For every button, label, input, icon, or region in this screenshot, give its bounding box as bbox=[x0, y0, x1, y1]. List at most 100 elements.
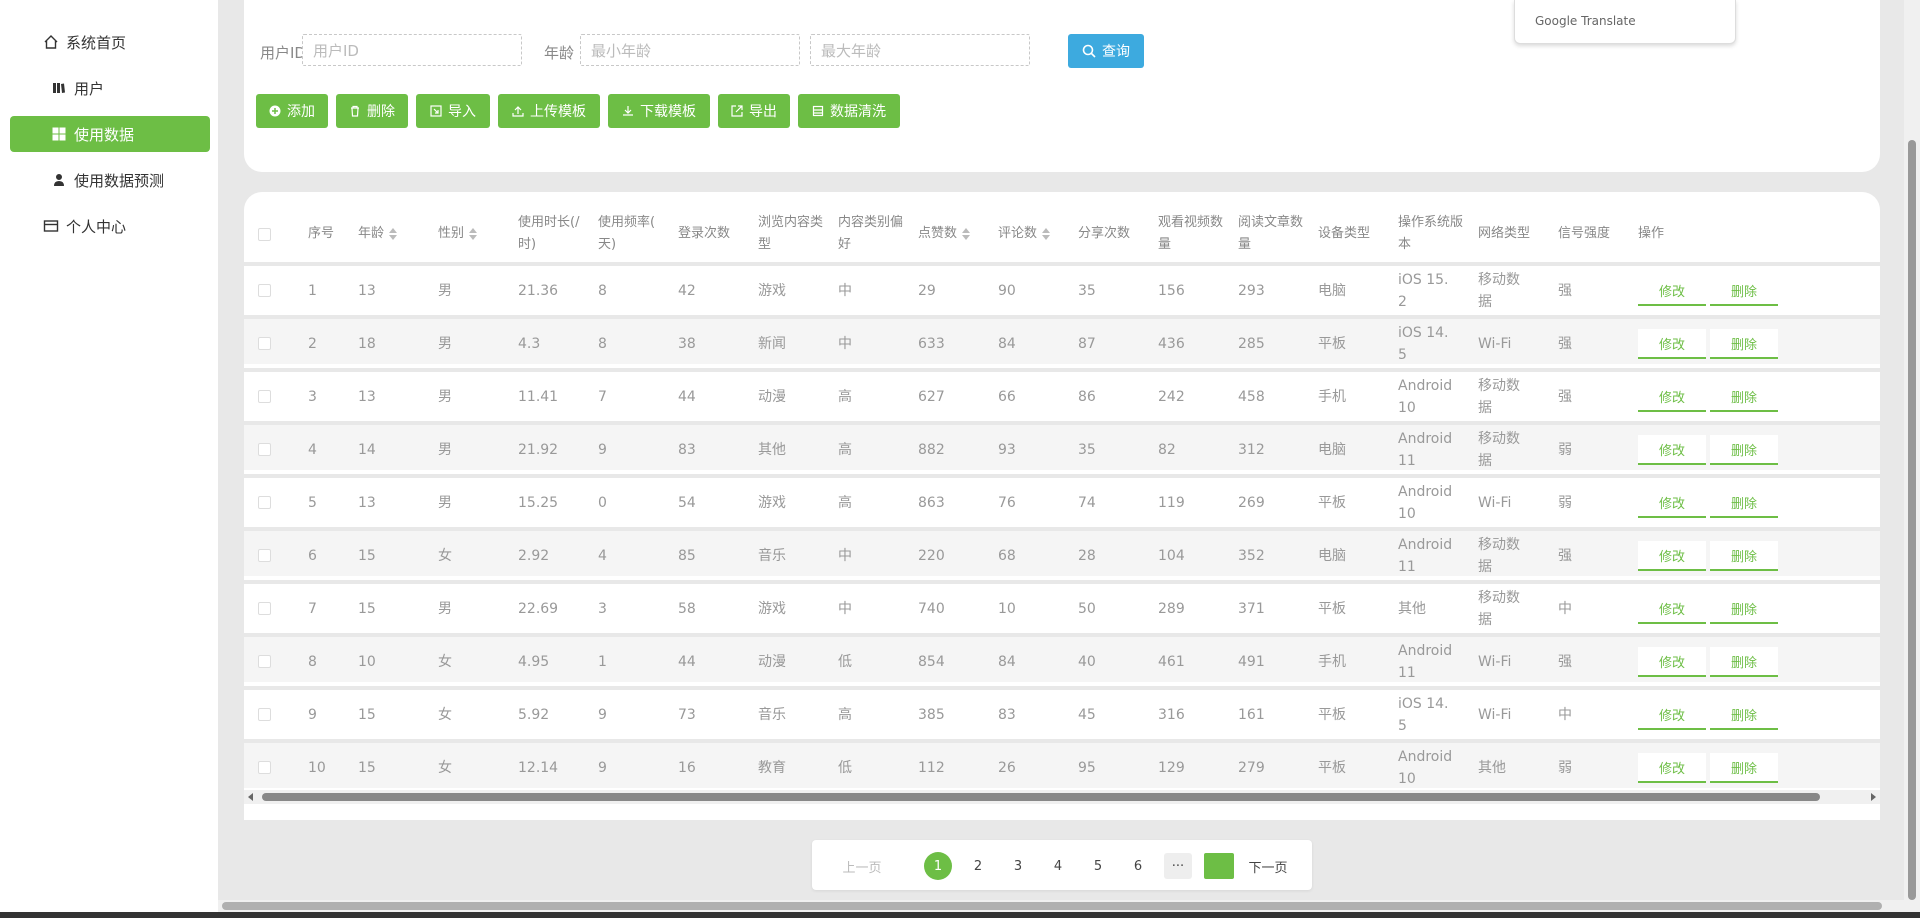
sort-icon[interactable] bbox=[389, 228, 398, 240]
select-all-checkbox[interactable] bbox=[258, 206, 271, 262]
table-cell: 7 bbox=[598, 388, 607, 405]
page-button-6[interactable]: 6 bbox=[1124, 853, 1152, 879]
row-checkbox[interactable] bbox=[258, 319, 271, 368]
page-scrollbar-thumb[interactable] bbox=[222, 902, 1882, 910]
edit-button[interactable]: 修改 bbox=[1638, 488, 1706, 518]
table-cell: 4.3 bbox=[518, 335, 541, 352]
row-checkbox[interactable] bbox=[258, 690, 271, 739]
horizontal-scrollbar[interactable] bbox=[244, 790, 1880, 804]
edit-button[interactable]: 修改 bbox=[1638, 647, 1706, 677]
row-checkbox[interactable] bbox=[258, 425, 271, 474]
table-cell: Wi-Fi bbox=[1478, 706, 1512, 723]
row-checkbox[interactable] bbox=[258, 531, 271, 580]
row-checkbox[interactable] bbox=[258, 743, 271, 792]
row-delete-button[interactable]: 删除 bbox=[1710, 276, 1778, 306]
column-header[interactable]: 评论数 bbox=[998, 206, 1072, 262]
min-age-input[interactable]: 最小年龄 bbox=[580, 34, 800, 66]
edit-button[interactable]: 修改 bbox=[1638, 382, 1706, 412]
sidebar-item-home[interactable]: 系统首页 bbox=[10, 24, 210, 60]
row-checkbox[interactable] bbox=[258, 372, 271, 421]
sort-icon[interactable] bbox=[469, 228, 478, 240]
export-button[interactable]: 导出 bbox=[718, 94, 790, 128]
sort-icon[interactable] bbox=[1042, 228, 1051, 240]
edit-button[interactable]: 修改 bbox=[1638, 594, 1706, 624]
row-delete-button[interactable]: 删除 bbox=[1710, 753, 1778, 783]
row-delete-button[interactable]: 删除 bbox=[1710, 594, 1778, 624]
page-button-5[interactable]: 5 bbox=[1084, 853, 1112, 879]
person-icon bbox=[50, 171, 68, 189]
table-cell: 音乐 bbox=[758, 547, 786, 564]
page-ellipsis[interactable]: ··· bbox=[1164, 853, 1192, 879]
page-button-2[interactable]: 2 bbox=[964, 853, 992, 879]
table-cell: 平板 bbox=[1318, 335, 1346, 352]
column-header[interactable]: 点赞数 bbox=[918, 206, 992, 262]
import-button[interactable]: 导入 bbox=[416, 94, 490, 128]
table-cell: 1 bbox=[598, 653, 607, 670]
edit-button[interactable]: 修改 bbox=[1638, 541, 1706, 571]
sidebar-item-profile[interactable]: 个人中心 bbox=[10, 208, 210, 244]
sidebar-item-usage-data[interactable]: 使用数据 bbox=[10, 116, 210, 152]
vertical-scrollbar[interactable] bbox=[1904, 0, 1920, 918]
column-header-label: 设备类型 bbox=[1318, 226, 1371, 241]
row-checkbox[interactable] bbox=[258, 266, 271, 315]
table-cell: 385 bbox=[918, 706, 945, 723]
scroll-left-icon[interactable] bbox=[248, 793, 253, 801]
prev-page-button[interactable]: 上一页 bbox=[832, 853, 892, 879]
page-button-3[interactable]: 3 bbox=[1004, 853, 1032, 879]
table-cell: 教育 bbox=[758, 759, 786, 776]
scroll-right-icon[interactable] bbox=[1871, 793, 1876, 801]
edit-button[interactable]: 修改 bbox=[1638, 753, 1706, 783]
table-cell: 161 bbox=[1238, 706, 1265, 723]
page-button-1[interactable]: 1 bbox=[924, 852, 952, 880]
edit-button[interactable]: 修改 bbox=[1638, 700, 1706, 730]
table-cell: 35 bbox=[1078, 441, 1096, 458]
table-cell: 21.92 bbox=[518, 441, 559, 458]
page-horizontal-scrollbar[interactable] bbox=[218, 900, 1904, 912]
row-delete-button[interactable]: 删除 bbox=[1710, 647, 1778, 677]
sidebar-item-prediction[interactable]: 使用数据预测 bbox=[10, 162, 210, 198]
vertical-scrollbar-thumb[interactable] bbox=[1908, 140, 1916, 900]
edit-button[interactable]: 修改 bbox=[1638, 435, 1706, 465]
column-header: 设备类型 bbox=[1318, 206, 1392, 262]
row-delete-button[interactable]: 删除 bbox=[1710, 541, 1778, 571]
scrollbar-thumb[interactable] bbox=[262, 793, 1820, 801]
table-cell: 3 bbox=[598, 600, 607, 617]
table-cell: Android 10 bbox=[1398, 377, 1453, 416]
row-delete-button[interactable]: 删除 bbox=[1710, 329, 1778, 359]
user-id-input[interactable]: 用户ID bbox=[302, 34, 522, 66]
column-header-label: 内容类别偏 好 bbox=[838, 215, 904, 252]
download-template-button[interactable]: 下载模板 bbox=[608, 94, 710, 128]
edit-button[interactable]: 修改 bbox=[1638, 329, 1706, 359]
last-page-button[interactable] bbox=[1204, 853, 1234, 879]
table-cell: 293 bbox=[1238, 282, 1265, 299]
data-clean-button[interactable]: 数据清洗 bbox=[798, 94, 900, 128]
max-age-input[interactable]: 最大年龄 bbox=[810, 34, 1030, 66]
row-checkbox[interactable] bbox=[258, 637, 271, 686]
column-header[interactable]: 性别 bbox=[438, 206, 508, 262]
row-delete-button[interactable]: 删除 bbox=[1710, 435, 1778, 465]
google-translate-popup[interactable]: Google Translate bbox=[1514, 0, 1736, 44]
table-cell: iOS 14. 5 bbox=[1398, 695, 1449, 734]
row-delete-button[interactable]: 删除 bbox=[1710, 488, 1778, 518]
import-icon bbox=[430, 105, 442, 117]
table-cell: 8 bbox=[308, 653, 317, 670]
delete-button[interactable]: 删除 bbox=[336, 94, 408, 128]
row-delete-button[interactable]: 删除 bbox=[1710, 382, 1778, 412]
export-label: 导出 bbox=[749, 104, 777, 120]
table-cell: 854 bbox=[918, 653, 945, 670]
edit-button[interactable]: 修改 bbox=[1638, 276, 1706, 306]
table-cell: 新闻 bbox=[758, 335, 786, 352]
page-button-4[interactable]: 4 bbox=[1044, 853, 1072, 879]
sidebar-item-users[interactable]: 用户 bbox=[10, 70, 210, 106]
column-header-label: 使用频率( 天) bbox=[598, 215, 656, 252]
table-cell: 高 bbox=[838, 441, 852, 458]
row-delete-button[interactable]: 删除 bbox=[1710, 700, 1778, 730]
sort-icon[interactable] bbox=[962, 228, 971, 240]
row-checkbox[interactable] bbox=[258, 478, 271, 527]
next-page-button[interactable]: 下一页 bbox=[1236, 853, 1300, 879]
row-checkbox[interactable] bbox=[258, 584, 271, 633]
add-button[interactable]: 添加 bbox=[256, 94, 328, 128]
column-header[interactable]: 年龄 bbox=[358, 206, 428, 262]
upload-template-button[interactable]: 上传模板 bbox=[498, 94, 600, 128]
query-button[interactable]: 查询 bbox=[1068, 34, 1144, 68]
